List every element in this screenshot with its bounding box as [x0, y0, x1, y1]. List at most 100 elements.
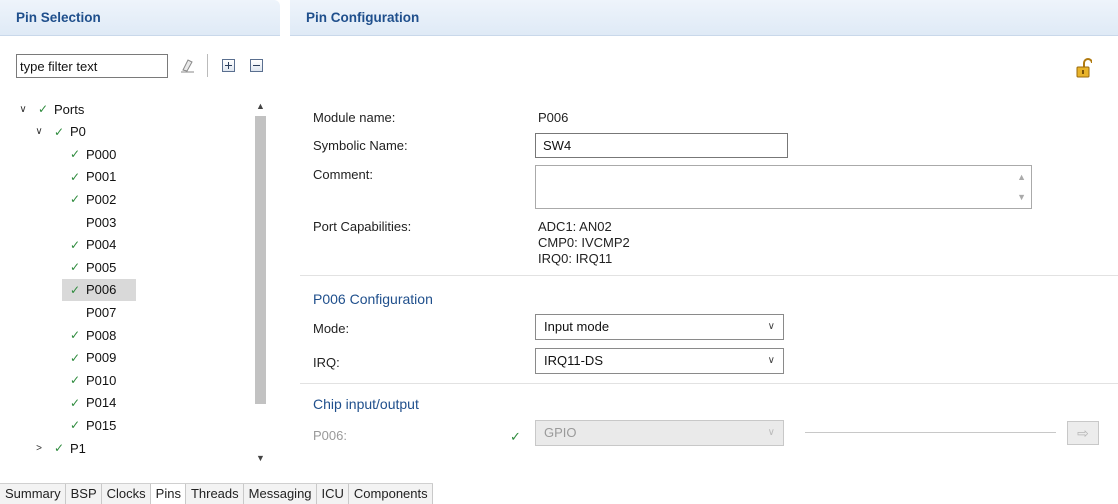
check-icon: ✓	[510, 429, 521, 444]
tree-item[interactable]: > ✓ P1	[32, 437, 86, 459]
pin-selection-header: Pin Selection	[0, 0, 280, 36]
check-icon: ✓	[69, 169, 81, 184]
comment-scroll-down-icon[interactable]: ▼	[1017, 192, 1026, 202]
check-icon: ✓	[37, 102, 49, 116]
check-icon: ✓	[69, 237, 81, 252]
tab-threads[interactable]: Threads	[185, 484, 244, 504]
tree-scrollbar[interactable]: ▲ ▼	[252, 98, 269, 466]
tree-item-label: P004	[86, 237, 117, 253]
pin-selection-title: Pin Selection	[16, 10, 101, 25]
port-capability-2: CMP0: IVCMP2	[538, 235, 630, 250]
clear-filter-icon[interactable]	[179, 57, 196, 74]
tab-bsp[interactable]: BSP	[65, 484, 102, 504]
unlock-icon[interactable]	[1076, 58, 1092, 78]
comment-label: Comment:	[313, 167, 373, 182]
tree-item[interactable]: ∨ ✓ Ports	[16, 98, 84, 120]
chevron-down-icon: ∨	[767, 427, 775, 438]
tree-item-label: P002	[86, 191, 117, 207]
chip-io-line	[805, 432, 1056, 433]
tree-item-label: P007	[86, 304, 117, 320]
tab-icu[interactable]: ICU	[316, 484, 349, 504]
module-name-label: Module name:	[313, 110, 396, 125]
check-icon: ✓	[69, 192, 81, 207]
tree-item-label: P009	[86, 350, 117, 366]
tree-item[interactable]: ✓ P014	[68, 392, 116, 414]
chevron-down-icon: ∨	[767, 321, 775, 332]
scroll-up-icon[interactable]: ▲	[252, 98, 269, 114]
tree-item[interactable]: ✓ P008	[68, 324, 116, 346]
tree-item-label: P008	[86, 327, 117, 343]
chevron-down-icon[interactable]: ∨	[32, 125, 46, 139]
tree-item[interactable]: ✓ P006	[62, 278, 136, 301]
check-icon: ✓	[69, 350, 81, 365]
editor-tab-bar: Summary BSP Clocks Pins Threads Messaging ICU C…	[0, 483, 433, 504]
chevron-down-icon[interactable]: ∨	[16, 102, 30, 116]
tree-item-label: P003	[86, 214, 117, 230]
tree-item[interactable]: ✓ P004	[68, 234, 116, 256]
check-icon: ✓	[69, 373, 81, 388]
port-capability-1: ADC1: AN02	[538, 219, 612, 234]
scroll-thumb[interactable]	[255, 116, 266, 404]
tree-item[interactable]: ✓ P000	[68, 143, 116, 165]
irq-select-value: IRQ11-DS	[544, 353, 603, 368]
filter-input[interactable]	[16, 54, 168, 78]
tree-item[interactable]: ✓ P009	[68, 347, 116, 369]
check-icon: ✓	[69, 328, 81, 342]
tab-pins[interactable]: Pins	[150, 484, 186, 504]
tree-item-label: P005	[86, 259, 117, 275]
port-capability-3: IRQ0: IRQ11	[538, 251, 613, 266]
tab-clocks[interactable]: Clocks	[101, 484, 151, 504]
tree-item-label: P014	[86, 395, 117, 411]
pin-configuration-title: Pin Configuration	[306, 10, 420, 25]
pin-selection-panel: Pin Selection ∨ ✓ Ports ∨ ✓ P0 ✓ P000 ✓ P001 ✓ P002…	[0, 0, 283, 473]
check-icon: ✓	[53, 441, 65, 455]
toolbar-separator	[207, 54, 208, 77]
comment-scroll-up-icon[interactable]: ▲	[1017, 172, 1026, 182]
tree-item[interactable]: ✓ P015	[68, 414, 116, 436]
navigate-arrow-button[interactable]: ⇨	[1067, 421, 1099, 445]
scroll-down-icon[interactable]: ▼	[252, 450, 269, 466]
tree-item-label: P1	[70, 440, 86, 456]
pin-configuration-header: Pin Configuration	[290, 0, 1118, 36]
tab-components[interactable]: Components	[348, 484, 433, 504]
check-icon: ✓	[69, 282, 81, 297]
tree-item[interactable]: P007	[68, 301, 116, 323]
tree-item-label: P006	[86, 282, 117, 298]
tree-item-label: P0	[70, 124, 86, 140]
tree-item-label: P015	[86, 417, 117, 433]
tree-item[interactable]: P003	[68, 211, 116, 233]
symbolic-name-input[interactable]	[535, 133, 788, 158]
symbolic-name-label: Symbolic Name:	[313, 138, 408, 153]
chip-io-title: Chip input/output	[313, 396, 419, 412]
tree-item[interactable]: ✓ P005	[68, 256, 116, 278]
irq-select[interactable]: IRQ11-DS ∨	[535, 348, 784, 374]
check-icon: ✓	[69, 418, 81, 433]
chip-io-select: GPIO ∨	[535, 420, 784, 446]
collapse-all-icon[interactable]	[248, 57, 265, 74]
tree-item-label: P000	[86, 146, 117, 162]
check-icon: ✓	[69, 395, 81, 410]
tree-item[interactable]: ∨ ✓ P0	[32, 121, 86, 143]
tree-item-label: P010	[86, 372, 117, 388]
chip-io-value: GPIO	[544, 425, 577, 440]
tree-item[interactable]: ✓ P010	[68, 369, 116, 391]
expand-all-icon[interactable]	[220, 57, 237, 74]
tab-messaging[interactable]: Messaging	[243, 484, 317, 504]
tree-item[interactable]: ✓ P002	[68, 188, 116, 210]
tab-summary[interactable]: Summary	[0, 484, 66, 504]
mode-select-value: Input mode	[544, 319, 610, 334]
section-divider	[300, 275, 1118, 276]
mode-label: Mode:	[313, 321, 350, 336]
chip-pin-label: P006:	[313, 428, 347, 443]
pin-tree: ∨ ✓ Ports ∨ ✓ P0 ✓ P000 ✓ P001 ✓ P002 P003 ✓ P004 ✓ P005…	[16, 98, 272, 466]
mode-select[interactable]: Input mode ∨	[535, 314, 784, 340]
tree-item-label: P001	[86, 169, 117, 185]
check-icon: ✓	[69, 147, 81, 162]
check-icon: ✓	[53, 124, 65, 139]
tree-item[interactable]: ✓ P001	[68, 166, 116, 188]
comment-textarea[interactable]: ▲ ▼	[535, 165, 1032, 209]
chevron-right-icon[interactable]: >	[32, 441, 46, 455]
section-divider	[300, 383, 1118, 384]
module-name-value: P006	[538, 110, 569, 125]
irq-label: IRQ:	[313, 355, 340, 370]
